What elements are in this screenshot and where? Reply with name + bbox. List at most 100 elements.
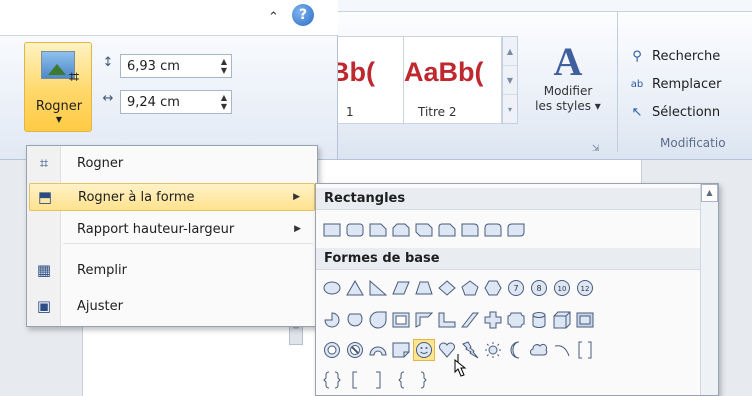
modify-styles-button[interactable]: A Modifier les styles ▾ — [526, 40, 610, 114]
no-symbol-shape-icon[interactable] — [345, 340, 365, 360]
svg-text:12: 12 — [581, 285, 590, 293]
shapes-scrollbar[interactable]: ▲ — [700, 184, 718, 395]
round-single-corner-rectangle-shape-icon[interactable] — [460, 220, 480, 240]
styles-gallery-scroll[interactable]: ▲ ▼ ▾ — [502, 36, 518, 124]
menu-item-label: Ajuster — [77, 298, 123, 314]
menu-item-label: Rapport hauteur-largeur — [77, 221, 235, 237]
chord-shape-icon[interactable] — [345, 310, 365, 330]
crop-button[interactable]: ⌗ Rogner ▼ — [24, 42, 92, 132]
half-frame-shape-icon[interactable] — [414, 310, 434, 330]
cube-shape-icon[interactable] — [552, 310, 572, 330]
right-bracket-shape-icon[interactable] — [368, 370, 388, 390]
cross-shape-icon[interactable] — [483, 310, 503, 330]
left-bracket-shape-icon[interactable] — [345, 370, 365, 390]
crop-to-shape-icon: ⬒ — [37, 188, 53, 206]
help-icon[interactable]: ? — [292, 4, 314, 26]
snip-round-rectangle-shape-icon[interactable] — [437, 220, 457, 240]
category-basic-shapes: Formes de base — [316, 248, 700, 270]
svg-text:8: 8 — [536, 284, 541, 293]
shape-row-rectangles — [322, 220, 526, 240]
width-spinner[interactable]: ▲ ▼ — [217, 93, 231, 111]
replace-label: Remplacer — [652, 76, 722, 92]
pentagon-shape-icon[interactable] — [460, 278, 480, 298]
style-caption-titre2: Titre 2 — [418, 105, 457, 119]
select-button[interactable]: ↖ Sélectionn — [628, 98, 721, 126]
editing-group-label: Modificatio — [660, 136, 726, 150]
right-brace-shape-icon[interactable] — [414, 370, 434, 390]
crop-icon: ⌗ — [39, 154, 49, 172]
menu-item-fill[interactable]: ▦ Remplir — [29, 256, 315, 284]
rounded-rectangle-shape-icon[interactable] — [345, 220, 365, 240]
parallelogram-shape-icon[interactable] — [391, 278, 411, 298]
select-label: Sélectionn — [652, 104, 721, 120]
can-shape-icon[interactable] — [529, 310, 549, 330]
snip-diagonal-rectangle-shape-icon[interactable] — [414, 220, 434, 240]
cloud-shape-icon[interactable] — [529, 340, 549, 360]
crop-icon: ⌗ — [69, 67, 80, 88]
replace-icon: ab — [630, 78, 644, 90]
frame-shape-icon[interactable] — [391, 310, 411, 330]
sun-shape-icon[interactable] — [483, 340, 503, 360]
moon-shape-icon[interactable] — [506, 340, 526, 360]
menu-item-label: Rogner — [77, 155, 124, 171]
width-icon: ↔ — [102, 91, 114, 106]
block-arc-shape-icon[interactable] — [368, 340, 388, 360]
gallery-down-icon[interactable]: ▼ — [503, 66, 517, 95]
diamond-shape-icon[interactable] — [437, 278, 457, 298]
submenu-arrow-icon: ▶ — [293, 192, 300, 202]
height-field[interactable]: 6,93 cm ▲ ▼ — [120, 54, 232, 78]
fit-icon: ▣ — [36, 297, 52, 315]
height-spinner[interactable]: ▲ ▼ — [217, 57, 231, 75]
smiley-face-shape-icon[interactable] — [413, 339, 435, 361]
height-value: 6,93 cm — [127, 58, 180, 74]
gallery-up-icon[interactable]: ▲ — [503, 37, 517, 66]
diagonal-stripe-shape-icon[interactable] — [460, 310, 480, 330]
minimize-ribbon-icon[interactable]: ⌃ — [268, 10, 279, 25]
menu-item-crop[interactable]: ⌗ Rogner — [29, 149, 315, 177]
donut-shape-icon[interactable] — [322, 340, 342, 360]
mouse-cursor-icon — [454, 354, 467, 377]
plaque-shape-icon[interactable] — [506, 310, 526, 330]
category-rectangles: Rectangles — [316, 188, 700, 210]
left-brace-shape-icon[interactable] — [391, 370, 411, 390]
arc-shape-icon[interactable] — [552, 340, 572, 360]
folded-corner-shape-icon[interactable] — [391, 340, 411, 360]
menu-item-crop-to-shape[interactable]: ⬒ Rogner à la forme ▶ — [29, 183, 315, 211]
picture-tools-panel: ⌃ ? ⌗ Rogner ▼ ↕ 6,93 cm ▲ ▼ ↔ 9,24 cm ▲ ▼ — [0, 0, 338, 160]
menu-item-aspect-ratio[interactable]: Rapport hauteur-largeur ▶ — [29, 215, 315, 243]
snip-same-side-rectangle-shape-icon[interactable] — [391, 220, 411, 240]
replace-button[interactable]: ab Remplacer — [628, 70, 722, 98]
style-tile-1[interactable]: Bb( 1 — [330, 36, 404, 124]
triangle-shape-icon[interactable] — [345, 278, 365, 298]
style-tile-titre2[interactable]: AaBb( Titre 2 — [404, 36, 502, 124]
menu-item-fit[interactable]: ▣ Ajuster — [29, 292, 315, 320]
round-diagonal-rectangle-shape-icon[interactable] — [506, 220, 526, 240]
fill-icon: ▦ — [36, 261, 52, 279]
pie-shape-icon[interactable] — [322, 310, 342, 330]
hexagon-shape-icon[interactable] — [483, 278, 503, 298]
oval-shape-icon[interactable] — [322, 278, 342, 298]
teardrop-shape-icon[interactable] — [368, 310, 388, 330]
dodecagon-shape-icon[interactable]: 12 — [575, 278, 595, 298]
dialog-launcher-icon[interactable]: ⇲ — [592, 144, 600, 154]
rectangle-shape-icon[interactable] — [322, 220, 342, 240]
heptagon-shape-icon[interactable]: 7 — [506, 278, 526, 298]
chevron-down-icon: ▼ — [55, 115, 63, 124]
octagon-shape-icon[interactable]: 8 — [529, 278, 549, 298]
double-bracket-shape-icon[interactable] — [575, 340, 595, 360]
l-shape-icon[interactable] — [437, 310, 457, 330]
shape-row-basic-1: 7 8 10 12 — [322, 278, 595, 298]
width-field[interactable]: 9,24 cm ▲ ▼ — [120, 90, 232, 114]
scroll-up-icon[interactable]: ▲ — [701, 184, 718, 202]
find-button[interactable]: ⚲ Recherche — [628, 42, 721, 70]
height-row: ↕ 6,93 cm ▲ ▼ — [96, 54, 232, 78]
right-triangle-shape-icon[interactable] — [368, 278, 388, 298]
decagon-shape-icon[interactable]: 10 — [552, 278, 572, 298]
trapezoid-shape-icon[interactable] — [414, 278, 434, 298]
double-brace-shape-icon[interactable] — [322, 370, 342, 390]
bevel-shape-icon[interactable] — [575, 310, 595, 330]
modify-styles-line1: Modifier — [543, 84, 593, 98]
snip-corner-rectangle-shape-icon[interactable] — [368, 220, 388, 240]
round-same-side-rectangle-shape-icon[interactable] — [483, 220, 503, 240]
gallery-more-icon[interactable]: ▾ — [503, 95, 517, 124]
